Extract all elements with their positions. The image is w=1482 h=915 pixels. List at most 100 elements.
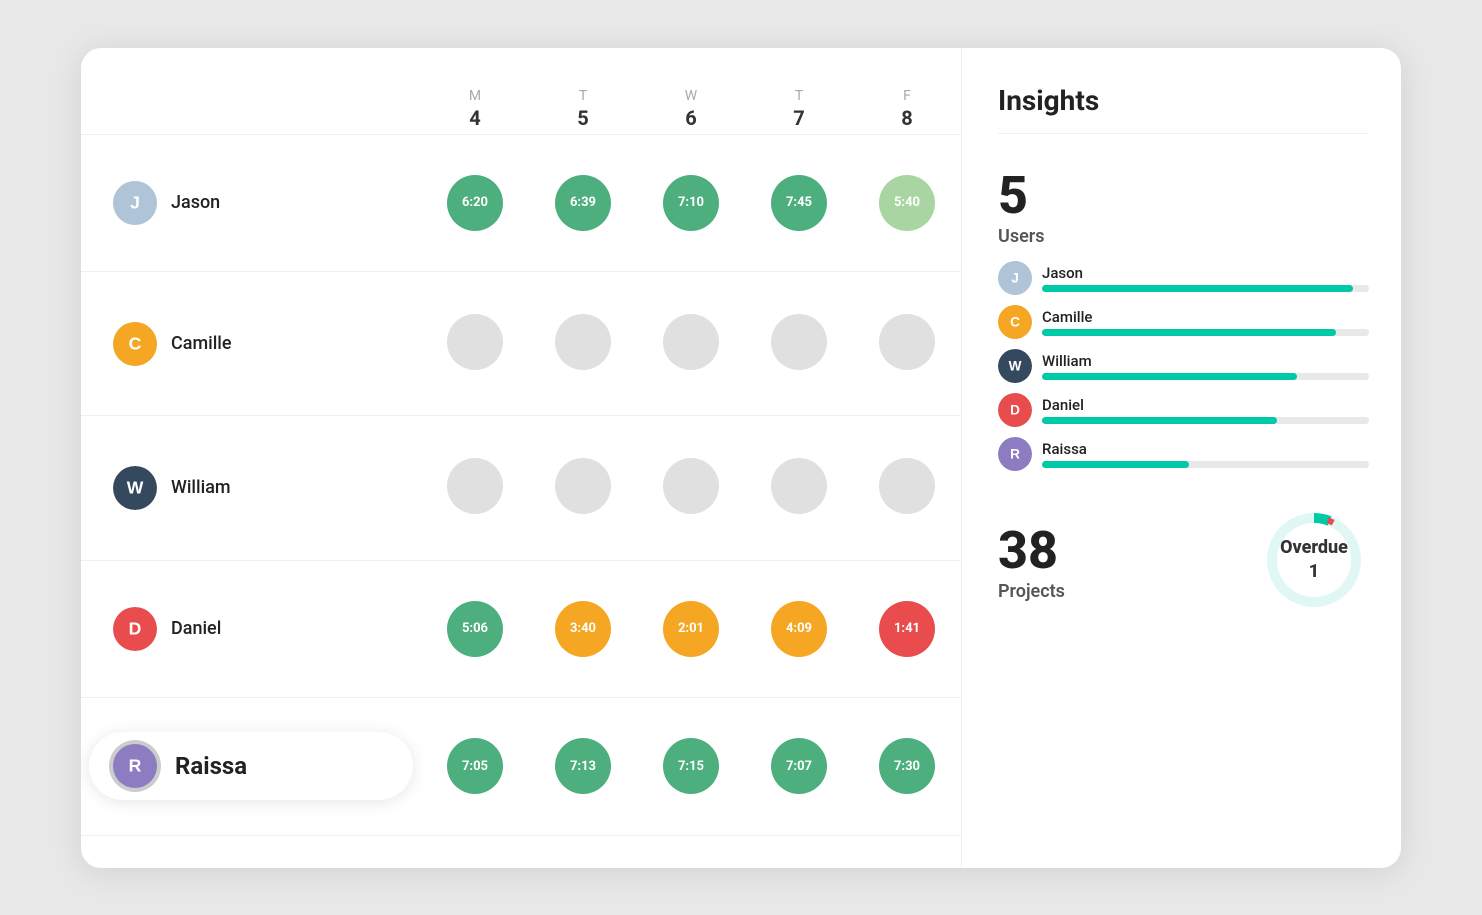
bar-col: William bbox=[1042, 352, 1369, 380]
time-circle[interactable]: 7:13 bbox=[555, 738, 611, 794]
avatar-sm: C bbox=[998, 305, 1032, 339]
time-cell: 1:41 bbox=[853, 560, 961, 697]
bar-col: Camille bbox=[1042, 308, 1369, 336]
time-cell bbox=[853, 271, 961, 415]
projects-left: 38 Projects bbox=[998, 505, 1065, 616]
user-bar-row[interactable]: J Jason bbox=[998, 261, 1369, 295]
time-circle[interactable]: 1:41 bbox=[879, 601, 935, 657]
projects-row: 38 Projects Overdue 1 bbox=[998, 505, 1369, 616]
empty-circle bbox=[879, 458, 935, 514]
user-cell[interactable]: C Camille bbox=[81, 322, 421, 366]
insights-panel: Insights 5 Users J Jason C Camille W bbox=[961, 48, 1401, 868]
user-cell[interactable]: R Raissa bbox=[89, 732, 413, 800]
time-cell: 7:30 bbox=[853, 697, 961, 835]
time-cell bbox=[745, 416, 853, 560]
time-circle[interactable]: 7:07 bbox=[771, 738, 827, 794]
user-bar-row[interactable]: D Daniel bbox=[998, 393, 1369, 427]
bar-fill bbox=[1042, 373, 1297, 380]
users-count: 5 bbox=[998, 170, 1369, 222]
day-col-4: F 8 bbox=[853, 80, 961, 135]
users-label: Users bbox=[998, 226, 1369, 247]
projects-label: Projects bbox=[998, 581, 1065, 602]
projects-count: 38 bbox=[998, 525, 1065, 577]
time-cell bbox=[745, 271, 853, 415]
bar-name: William bbox=[1042, 352, 1369, 370]
schedule-row[interactable]: W William bbox=[81, 416, 961, 560]
bar-name: Daniel bbox=[1042, 396, 1369, 414]
user-cell[interactable]: D Daniel bbox=[81, 607, 421, 651]
bar-fill bbox=[1042, 329, 1336, 336]
time-circle[interactable]: 5:40 bbox=[879, 175, 935, 231]
overdue-label-text: Overdue bbox=[1280, 536, 1348, 559]
bar-track bbox=[1042, 417, 1369, 424]
user-bar-row[interactable]: W William bbox=[998, 349, 1369, 383]
bar-track bbox=[1042, 285, 1369, 292]
user-cell[interactable]: W William bbox=[81, 466, 421, 510]
time-cell bbox=[637, 416, 745, 560]
user-name: William bbox=[171, 477, 231, 498]
avatar-sm: D bbox=[998, 393, 1032, 427]
user-name: Camille bbox=[171, 333, 232, 354]
svg-text:D: D bbox=[129, 618, 142, 638]
time-cell: 7:10 bbox=[637, 134, 745, 271]
svg-text:R: R bbox=[1010, 446, 1020, 461]
bar-col: Daniel bbox=[1042, 396, 1369, 424]
schedule-panel: M 4 T 5 W 6 T 7 bbox=[81, 48, 961, 868]
svg-text:D: D bbox=[1010, 402, 1020, 417]
empty-circle bbox=[771, 458, 827, 514]
time-circle[interactable]: 7:30 bbox=[879, 738, 935, 794]
time-circle[interactable]: 7:05 bbox=[447, 738, 503, 794]
schedule-row[interactable]: C Camille bbox=[81, 271, 961, 415]
bar-fill bbox=[1042, 285, 1353, 292]
schedule-table: M 4 T 5 W 6 T 7 bbox=[81, 80, 961, 836]
user-cell[interactable]: J Jason bbox=[81, 181, 421, 225]
time-cell bbox=[421, 416, 529, 560]
time-cell: 6:20 bbox=[421, 134, 529, 271]
main-card: M 4 T 5 W 6 T 7 bbox=[81, 48, 1401, 868]
bar-track bbox=[1042, 329, 1369, 336]
time-cell bbox=[637, 271, 745, 415]
time-circle[interactable]: 6:20 bbox=[447, 175, 503, 231]
empty-circle bbox=[663, 458, 719, 514]
avatar: W bbox=[113, 466, 157, 510]
time-cell: 7:07 bbox=[745, 697, 853, 835]
time-circle[interactable]: 7:15 bbox=[663, 738, 719, 794]
user-bar-row[interactable]: R Raissa bbox=[998, 437, 1369, 471]
time-circle[interactable]: 6:39 bbox=[555, 175, 611, 231]
time-circle[interactable]: 7:45 bbox=[771, 175, 827, 231]
time-cell bbox=[421, 271, 529, 415]
svg-text:J: J bbox=[130, 192, 140, 212]
avatar-sm: J bbox=[998, 261, 1032, 295]
avatar: R bbox=[109, 740, 161, 792]
schedule-row[interactable]: J Jason 6:20 6:39 7:10 7:45 5:40 bbox=[81, 134, 961, 271]
time-cell bbox=[529, 271, 637, 415]
time-circle[interactable]: 5:06 bbox=[447, 601, 503, 657]
svg-text:J: J bbox=[1011, 270, 1019, 285]
svg-text:C: C bbox=[129, 333, 142, 353]
user-name: Jason bbox=[171, 192, 220, 213]
schedule-row[interactable]: D Daniel 5:06 3:40 2:01 4:09 1:41 bbox=[81, 560, 961, 697]
avatar-sm: W bbox=[998, 349, 1032, 383]
time-circle[interactable]: 3:40 bbox=[555, 601, 611, 657]
empty-circle bbox=[555, 314, 611, 370]
user-name: Raissa bbox=[175, 752, 247, 780]
svg-text:C: C bbox=[1010, 314, 1020, 329]
overdue-count: 1 bbox=[1280, 560, 1348, 583]
schedule-row[interactable]: R Raissa 7:05 7:13 7:15 7:07 7:30 bbox=[81, 697, 961, 835]
svg-text:W: W bbox=[1009, 358, 1022, 373]
bar-col: Jason bbox=[1042, 264, 1369, 292]
time-circle[interactable]: 2:01 bbox=[663, 601, 719, 657]
time-cell: 7:45 bbox=[745, 134, 853, 271]
time-cell: 5:40 bbox=[853, 134, 961, 271]
time-circle[interactable]: 4:09 bbox=[771, 601, 827, 657]
empty-circle bbox=[663, 314, 719, 370]
overdue-donut: Overdue 1 bbox=[1259, 505, 1369, 615]
time-circle[interactable]: 7:10 bbox=[663, 175, 719, 231]
day-col-2: W 6 bbox=[637, 80, 745, 135]
bar-name: Jason bbox=[1042, 264, 1369, 282]
empty-circle bbox=[447, 314, 503, 370]
time-cell bbox=[853, 416, 961, 560]
user-bar-row[interactable]: C Camille bbox=[998, 305, 1369, 339]
time-cell: 2:01 bbox=[637, 560, 745, 697]
avatar: J bbox=[113, 181, 157, 225]
